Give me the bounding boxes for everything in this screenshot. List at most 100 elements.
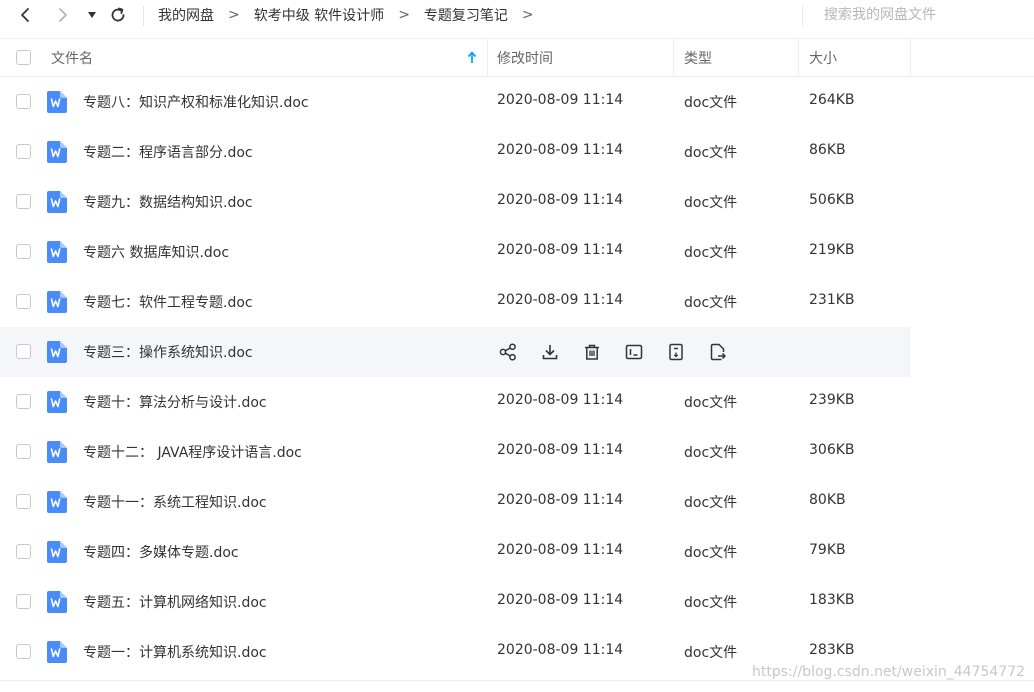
forward-button[interactable] [52,2,74,28]
breadcrumb-separator: > [398,7,410,23]
file-name[interactable]: 专题十一：系统工程知识.doc [83,492,267,512]
move-icon [710,343,726,361]
file-name[interactable]: 专题七：软件工程专题.doc [83,292,253,312]
download-button[interactable] [539,341,561,363]
search-input[interactable] [820,4,1028,26]
file-name[interactable]: 专题二：程序语言部分.doc [83,142,253,162]
column-name[interactable]: 文件名 [51,39,481,76]
file-name[interactable]: 专题十二： JAVA程序设计语言.doc [83,442,302,462]
file-size: 306KB [809,442,855,458]
word-doc-icon [47,641,67,663]
row-checkbox[interactable] [16,294,31,309]
back-button[interactable] [14,2,36,28]
divider [802,6,803,26]
download-icon [542,345,558,360]
file-name[interactable]: 专题十：算法分析与设计.doc [83,392,267,412]
file-type: doc文件 [684,495,738,511]
row-checkbox[interactable] [16,94,31,109]
share-button[interactable] [497,341,519,363]
file-size: 86KB [809,142,846,158]
file-size: 239KB [809,392,855,408]
breadcrumb-root[interactable]: 我的网盘 [158,5,214,25]
column-divider[interactable] [798,39,799,76]
row-checkbox[interactable] [16,494,31,509]
file-row[interactable]: 专题五：计算机网络知识.doc 2020-08-09 11:14 doc文件 1… [0,577,910,627]
navigation-bar: 我的网盘 > 软考中级 软件设计师 > 专题复习笔记 > [0,0,1034,30]
file-row[interactable]: 专题六 数据库知识.doc 2020-08-09 11:14 doc文件 219… [0,227,910,277]
row-actions [497,341,749,363]
row-checkbox[interactable] [16,144,31,159]
file-type: doc文件 [684,195,738,211]
file-row[interactable]: 专题四：多媒体专题.doc 2020-08-09 11:14 doc文件 79K… [0,527,910,577]
column-divider[interactable] [910,39,911,76]
file-modified: 2020-08-09 11:14 [497,292,624,308]
file-type: doc文件 [684,445,738,461]
file-row[interactable]: 专题三：操作系统知识.doc [0,327,910,377]
file-modified: 2020-08-09 11:14 [497,92,624,108]
column-divider[interactable] [673,39,674,76]
divider [143,6,144,26]
breadcrumb-current[interactable]: 专题复习笔记 [424,5,508,25]
file-size: 506KB [809,192,855,208]
file-modified: 2020-08-09 11:14 [497,492,624,508]
history-dropdown-button[interactable] [84,2,100,28]
column-type[interactable]: 类型 [684,39,712,76]
file-modified: 2020-08-09 11:14 [497,542,624,558]
move-button[interactable] [707,341,729,363]
file-row[interactable]: 专题十：算法分析与设计.doc 2020-08-09 11:14 doc文件 2… [0,377,910,427]
word-doc-icon [47,141,67,163]
file-name[interactable]: 专题九：数据结构知识.doc [83,192,253,212]
file-size: 183KB [809,592,855,608]
file-row[interactable]: 专题八：知识产权和标准化知识.doc 2020-08-09 11:14 doc文… [0,77,910,127]
row-checkbox[interactable] [16,594,31,609]
file-modified: 2020-08-09 11:14 [497,642,624,658]
breadcrumb-separator: > [228,7,240,23]
copy-button[interactable] [665,341,687,363]
file-name[interactable]: 专题四：多媒体专题.doc [83,542,239,562]
file-row[interactable]: 专题十二： JAVA程序设计语言.doc 2020-08-09 11:14 do… [0,427,910,477]
row-checkbox[interactable] [16,644,31,659]
row-checkbox[interactable] [16,394,31,409]
chevron-right-icon [59,8,67,22]
column-header: 文件名 修改时间 类型 大小 [0,38,1034,77]
file-size: 283KB [809,642,855,658]
breadcrumb-folder[interactable]: 软考中级 软件设计师 [254,5,384,25]
caret-down-icon [88,12,96,18]
file-row[interactable]: 专题九：数据结构知识.doc 2020-08-09 11:14 doc文件 50… [0,177,910,227]
file-row[interactable]: 专题二：程序语言部分.doc 2020-08-09 11:14 doc文件 86… [0,127,910,177]
file-row[interactable]: 专题七：软件工程专题.doc 2020-08-09 11:14 doc文件 23… [0,277,910,327]
breadcrumb-expand[interactable]: > [522,7,534,23]
select-all-checkbox[interactable] [16,50,31,65]
row-checkbox[interactable] [16,344,31,359]
divider [0,680,1034,681]
file-row[interactable]: 专题十一：系统工程知识.doc 2020-08-09 11:14 doc文件 8… [0,477,910,527]
file-modified: 2020-08-09 11:14 [497,392,624,408]
row-checkbox[interactable] [16,444,31,459]
delete-button[interactable] [581,341,603,363]
file-modified: 2020-08-09 11:14 [497,192,624,208]
word-doc-icon [47,391,67,413]
row-checkbox[interactable] [16,244,31,259]
column-type-label: 类型 [684,50,712,67]
file-name[interactable]: 专题三：操作系统知识.doc [83,342,253,362]
column-size[interactable]: 大小 [809,39,837,76]
file-name[interactable]: 专题五：计算机网络知识.doc [83,592,267,612]
file-modified: 2020-08-09 11:14 [497,242,624,258]
file-name[interactable]: 专题六 数据库知识.doc [83,242,229,262]
arrow-up-icon[interactable] [467,51,477,64]
file-type: doc文件 [684,295,738,311]
copy-icon [669,343,683,361]
rename-button[interactable] [623,341,645,363]
word-doc-icon [47,491,67,513]
file-type: doc文件 [684,545,738,561]
file-type: doc文件 [684,595,738,611]
delete-icon [585,344,599,360]
row-checkbox[interactable] [16,544,31,559]
refresh-button[interactable] [106,2,130,28]
column-divider[interactable] [487,39,488,76]
column-modified[interactable]: 修改时间 [497,39,553,76]
file-name[interactable]: 专题八：知识产权和标准化知识.doc [83,92,309,112]
row-checkbox[interactable] [16,194,31,209]
watermark: https://blog.csdn.net/weixin_44754772 [752,664,1026,680]
file-name[interactable]: 专题一：计算机系统知识.doc [83,642,267,662]
